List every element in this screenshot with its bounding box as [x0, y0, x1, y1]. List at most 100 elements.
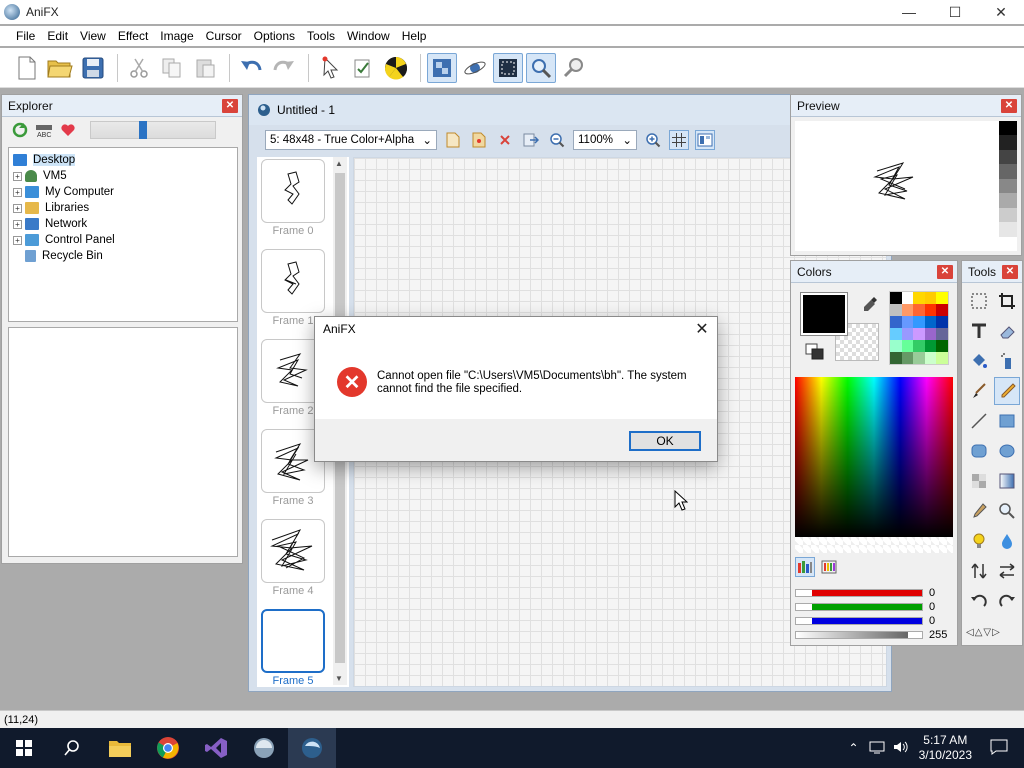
- new-file-icon[interactable]: [12, 53, 42, 83]
- rgb-bars-icon[interactable]: [795, 557, 815, 577]
- alpha-slider-track[interactable]: [795, 631, 923, 639]
- tree-item-network[interactable]: + Network: [13, 216, 233, 232]
- line-tool-icon[interactable]: [966, 407, 992, 435]
- color-palette[interactable]: [889, 291, 949, 365]
- rect-select-icon[interactable]: [966, 287, 992, 315]
- tree-item-desktop[interactable]: Desktop: [13, 152, 233, 168]
- grid-toggle-icon[interactable]: [669, 130, 689, 150]
- red-channel-slider[interactable]: 0: [795, 587, 957, 599]
- scroll-up-icon[interactable]: ▲: [335, 159, 343, 168]
- menu-effect[interactable]: Effect: [112, 29, 154, 43]
- rotate-left-icon[interactable]: [966, 587, 992, 615]
- zoom-magnifier-icon[interactable]: [526, 52, 556, 83]
- chevron-up-icon[interactable]: ⌃: [849, 741, 859, 755]
- nudge-right-icon[interactable]: ▷: [992, 627, 1000, 638]
- tools-close-icon[interactable]: ✕: [1002, 264, 1018, 279]
- nudge-up-icon[interactable]: △: [975, 627, 983, 638]
- menu-image[interactable]: Image: [154, 29, 199, 43]
- ok-button[interactable]: OK: [629, 431, 701, 451]
- zoom-select[interactable]: 1100% ⌄: [573, 130, 637, 150]
- swap-colors-icon[interactable]: [805, 343, 825, 364]
- dialog-close-icon[interactable]: ✕: [687, 318, 717, 340]
- chrome-icon[interactable]: [144, 728, 192, 768]
- color-spectrum[interactable]: [795, 377, 953, 537]
- transparency-grid-icon[interactable]: [427, 52, 457, 83]
- expand-icon[interactable]: +: [13, 187, 22, 197]
- menu-help[interactable]: Help: [396, 29, 433, 43]
- primary-color-swatch[interactable]: [800, 292, 848, 336]
- palette-swatch[interactable]: [913, 292, 925, 304]
- fill-bucket-icon[interactable]: [966, 347, 992, 375]
- minimize-button[interactable]: —: [886, 0, 932, 24]
- menu-options[interactable]: Options: [248, 29, 301, 43]
- thumbnail-size-slider[interactable]: [90, 121, 216, 139]
- pattern-tool-icon[interactable]: [966, 467, 992, 495]
- undo-icon[interactable]: [236, 53, 266, 83]
- copy-icon[interactable]: [157, 53, 187, 83]
- frame-thumbnail-1[interactable]: [261, 249, 325, 313]
- palette-swatch[interactable]: [890, 292, 902, 304]
- zoom-tools-icon[interactable]: [559, 53, 589, 83]
- notifications-icon[interactable]: [990, 739, 1008, 758]
- palette-swatch[interactable]: [936, 328, 948, 340]
- search-icon[interactable]: [48, 728, 96, 768]
- palette-swatch[interactable]: [913, 340, 925, 352]
- palette-swatch[interactable]: [936, 352, 948, 364]
- spectrum-alpha-strip[interactable]: [795, 537, 953, 553]
- file-list-pane[interactable]: [8, 327, 238, 557]
- palette-swatch[interactable]: [936, 304, 948, 316]
- expand-icon[interactable]: +: [13, 203, 22, 213]
- palette-swatch[interactable]: [913, 352, 925, 364]
- brush-icon[interactable]: [966, 377, 992, 405]
- palette-swatch[interactable]: [924, 328, 937, 340]
- menu-cursor[interactable]: Cursor: [200, 29, 248, 43]
- refresh-icon[interactable]: [10, 120, 30, 140]
- frame-thumbnail-5[interactable]: [261, 609, 325, 673]
- tree-item-vm5[interactable]: + VM5: [13, 168, 233, 184]
- anifx-taskbar-icon[interactable]: [240, 728, 288, 768]
- redo-icon[interactable]: [269, 53, 299, 83]
- hsl-bars-icon[interactable]: [819, 557, 839, 577]
- palette-swatch[interactable]: [901, 316, 914, 328]
- file-explorer-icon[interactable]: [96, 728, 144, 768]
- palette-swatch[interactable]: [924, 292, 937, 304]
- palette-swatch[interactable]: [936, 316, 948, 328]
- green-channel-slider[interactable]: 0: [795, 601, 957, 613]
- palette-swatch[interactable]: [924, 304, 937, 316]
- volume-icon[interactable]: [893, 740, 909, 757]
- menu-window[interactable]: Window: [341, 29, 396, 43]
- cursor-hotspot-icon[interactable]: [315, 53, 345, 83]
- water-drop-icon[interactable]: [994, 527, 1020, 555]
- alpha-channel-slider[interactable]: 255: [795, 629, 957, 641]
- paste-icon[interactable]: [190, 53, 220, 83]
- pencil-icon[interactable]: [994, 377, 1020, 405]
- delete-image-icon[interactable]: [495, 130, 515, 150]
- expand-icon[interactable]: +: [13, 219, 22, 229]
- blue-slider-track[interactable]: [795, 617, 923, 625]
- select-area-icon[interactable]: [493, 52, 523, 83]
- palette-swatch[interactable]: [924, 340, 937, 352]
- flip-vertical-icon[interactable]: [966, 557, 992, 585]
- palette-swatch[interactable]: [924, 352, 937, 364]
- palette-swatch[interactable]: [890, 304, 902, 316]
- rounded-rect-tool-icon[interactable]: [966, 437, 992, 465]
- maximize-button[interactable]: ☐: [932, 0, 978, 24]
- rotate-right-icon[interactable]: [994, 587, 1020, 615]
- rectangle-tool-icon[interactable]: [994, 407, 1020, 435]
- tree-item-control-panel[interactable]: + Control Panel: [13, 232, 233, 248]
- menu-file[interactable]: File: [10, 29, 41, 43]
- duplicate-image-icon[interactable]: [469, 130, 489, 150]
- crop-icon[interactable]: [994, 287, 1020, 315]
- export-image-icon[interactable]: [521, 130, 541, 150]
- palette-swatch[interactable]: [901, 340, 914, 352]
- palette-swatch[interactable]: [890, 340, 902, 352]
- palette-swatch[interactable]: [913, 304, 925, 316]
- preview-close-icon[interactable]: ✕: [1001, 98, 1017, 113]
- layout-view-icon[interactable]: [695, 130, 715, 150]
- tree-item-recycle-bin[interactable]: Recycle Bin: [13, 248, 233, 264]
- blue-channel-slider[interactable]: 0: [795, 615, 957, 627]
- menu-edit[interactable]: Edit: [41, 29, 74, 43]
- lightbulb-icon[interactable]: [966, 527, 992, 555]
- network-tray-icon[interactable]: [869, 740, 885, 757]
- orbit-icon[interactable]: [460, 53, 490, 83]
